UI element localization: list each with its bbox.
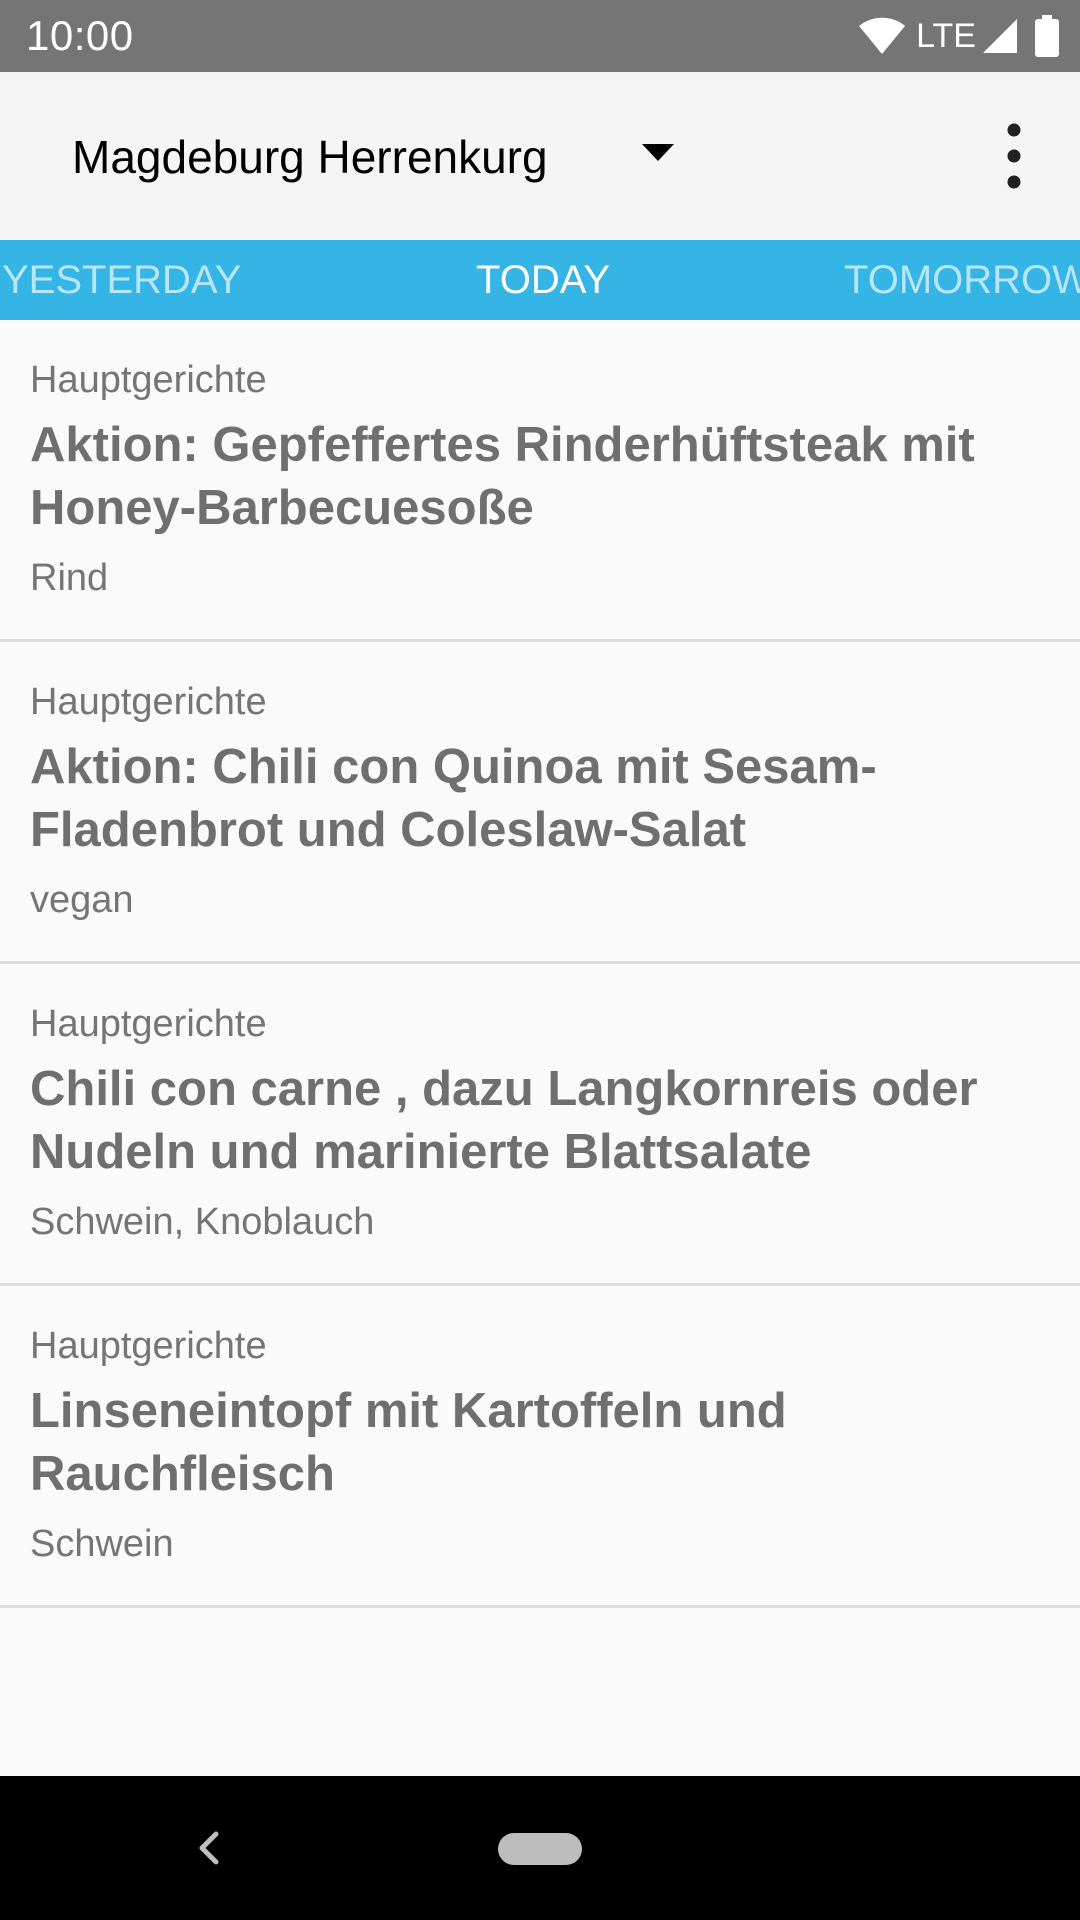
tab-yesterday[interactable]: YESTERDAY (2, 240, 241, 320)
meal-name: Aktion: Gepfeffertes Rinderhüftsteak mit… (30, 418, 975, 535)
app-bar: Magdeburg Herrenkurg (0, 72, 1080, 240)
meal-category: Hauptgerichte (30, 359, 267, 401)
meal-name: Linseneintopf mit Kartoffeln und Rauchfl… (30, 1384, 787, 1501)
meal-list-item[interactable]: Hauptgerichte Aktion: Gepfeffertes Rinde… (0, 320, 1080, 642)
system-navigation-bar (0, 1776, 1080, 1920)
status-icons: LTE (858, 14, 1060, 58)
meal-category: Hauptgerichte (30, 1003, 267, 1045)
wifi-icon (858, 17, 906, 55)
tab-tomorrow[interactable]: TOMORROW (844, 240, 1080, 320)
meal-tags: Rind (30, 557, 109, 599)
meal-name: Chili con carne , dazu Langkornreis oder… (30, 1062, 978, 1179)
meal-list-item[interactable]: Hauptgerichte Aktion: Chili con Quinoa m… (0, 642, 1080, 964)
meal-category: Hauptgerichte (30, 681, 267, 723)
back-arrow-icon (188, 1831, 228, 1880)
meal-tags: vegan (30, 879, 134, 921)
meal-list-item[interactable]: Hauptgerichte Chili con carne , dazu Lan… (0, 964, 1080, 1286)
day-tab-bar: YESTERDAY TODAY TOMORROW (0, 240, 1080, 320)
status-bar: 10:00 LTE (0, 0, 1080, 72)
tab-today[interactable]: TODAY (476, 240, 610, 320)
back-button[interactable] (188, 1820, 228, 1876)
meal-list-item[interactable]: Hauptgerichte Linseneintopf mit Kartoffe… (0, 1286, 1080, 1608)
meal-category: Hauptgerichte (30, 1325, 267, 1367)
network-type-label: LTE (916, 17, 976, 55)
cell-signal-icon (982, 18, 1018, 54)
meal-list: Hauptgerichte Aktion: Gepfeffertes Rinde… (0, 320, 1080, 1608)
meal-tags: Schwein, Knoblauch (30, 1201, 375, 1243)
more-vert-icon (980, 123, 1048, 198)
battery-icon (1034, 15, 1060, 57)
meal-tags: Schwein (30, 1523, 174, 1565)
overflow-menu-button[interactable] (980, 118, 1048, 194)
home-button[interactable] (498, 1833, 582, 1865)
status-time: 10:00 (26, 12, 134, 59)
location-spinner[interactable]: Magdeburg Herrenkurg (50, 106, 690, 206)
arrow-drop-down-icon (642, 144, 674, 167)
location-label: Magdeburg Herrenkurg (72, 131, 548, 183)
meal-name: Aktion: Chili con Quinoa mit Sesam-Flade… (30, 740, 877, 857)
